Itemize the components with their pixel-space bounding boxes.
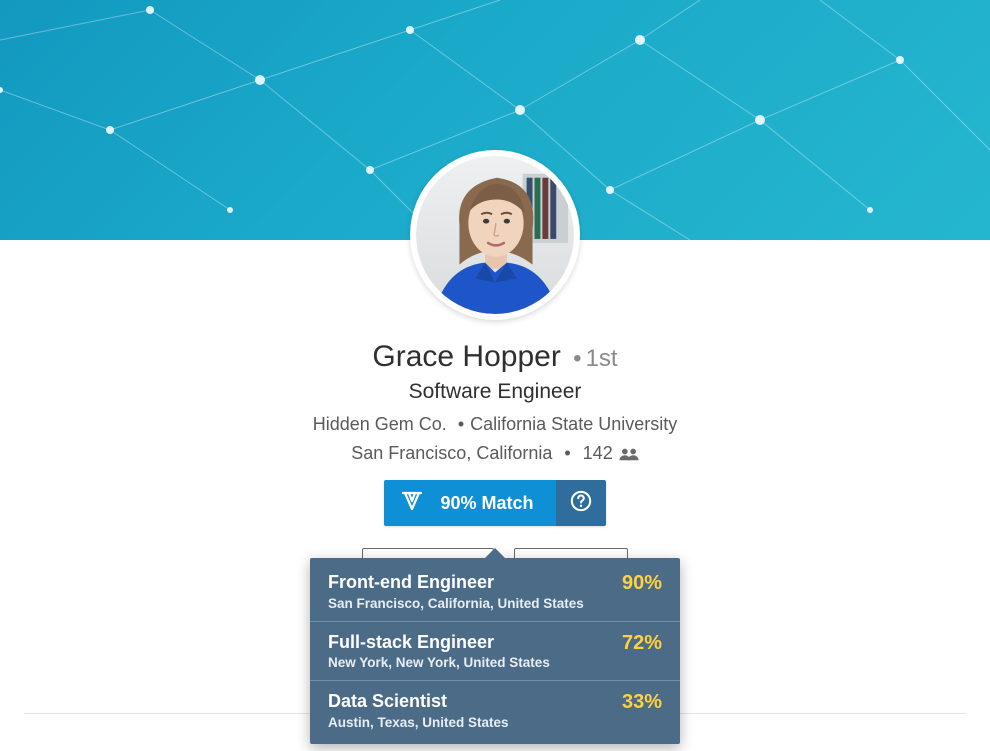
tooltip-job-location: Austin, Texas, United States bbox=[328, 715, 509, 730]
help-icon bbox=[570, 490, 592, 517]
match-tooltip-row[interactable]: Full-stack Engineer New York, New York, … bbox=[310, 621, 680, 681]
match-button[interactable]: 90% Match bbox=[384, 480, 605, 526]
tooltip-job-location: New York, New York, United States bbox=[328, 655, 550, 670]
separator-dot: • bbox=[569, 345, 585, 372]
match-tooltip: Front-end Engineer San Francisco, Califo… bbox=[310, 558, 680, 744]
match-tooltip-row[interactable]: Data Scientist Austin, Texas, United Sta… bbox=[310, 680, 680, 740]
tooltip-job-location: San Francisco, California, United States bbox=[328, 596, 584, 611]
match-tooltip-row[interactable]: Front-end Engineer San Francisco, Califo… bbox=[310, 562, 680, 621]
match-logo-icon bbox=[400, 489, 424, 518]
separator-dot: • bbox=[452, 414, 470, 434]
profile-title: Software Engineer bbox=[0, 380, 990, 404]
avatar-image bbox=[416, 156, 574, 314]
connection-degree: 1st bbox=[586, 345, 618, 372]
match-help-button[interactable] bbox=[556, 480, 606, 526]
tooltip-match-pct: 72% bbox=[622, 632, 662, 655]
connections-count[interactable]: 142 bbox=[583, 443, 613, 464]
profile-school[interactable]: California State University bbox=[470, 414, 677, 434]
avatar[interactable] bbox=[410, 150, 580, 320]
match-label: 90% Match bbox=[440, 493, 533, 514]
tooltip-match-pct: 90% bbox=[622, 572, 662, 595]
tooltip-job-title: Full-stack Engineer bbox=[328, 632, 550, 654]
profile-company[interactable]: Hidden Gem Co. bbox=[313, 414, 447, 434]
tooltip-job-title: Data Scientist bbox=[328, 691, 509, 713]
profile-name: Grace Hopper bbox=[372, 340, 560, 373]
tooltip-job-title: Front-end Engineer bbox=[328, 572, 584, 594]
profile-location: San Francisco, California bbox=[351, 443, 552, 464]
connections-icon bbox=[619, 447, 639, 461]
separator-dot: • bbox=[558, 443, 576, 464]
tooltip-match-pct: 33% bbox=[622, 691, 662, 714]
